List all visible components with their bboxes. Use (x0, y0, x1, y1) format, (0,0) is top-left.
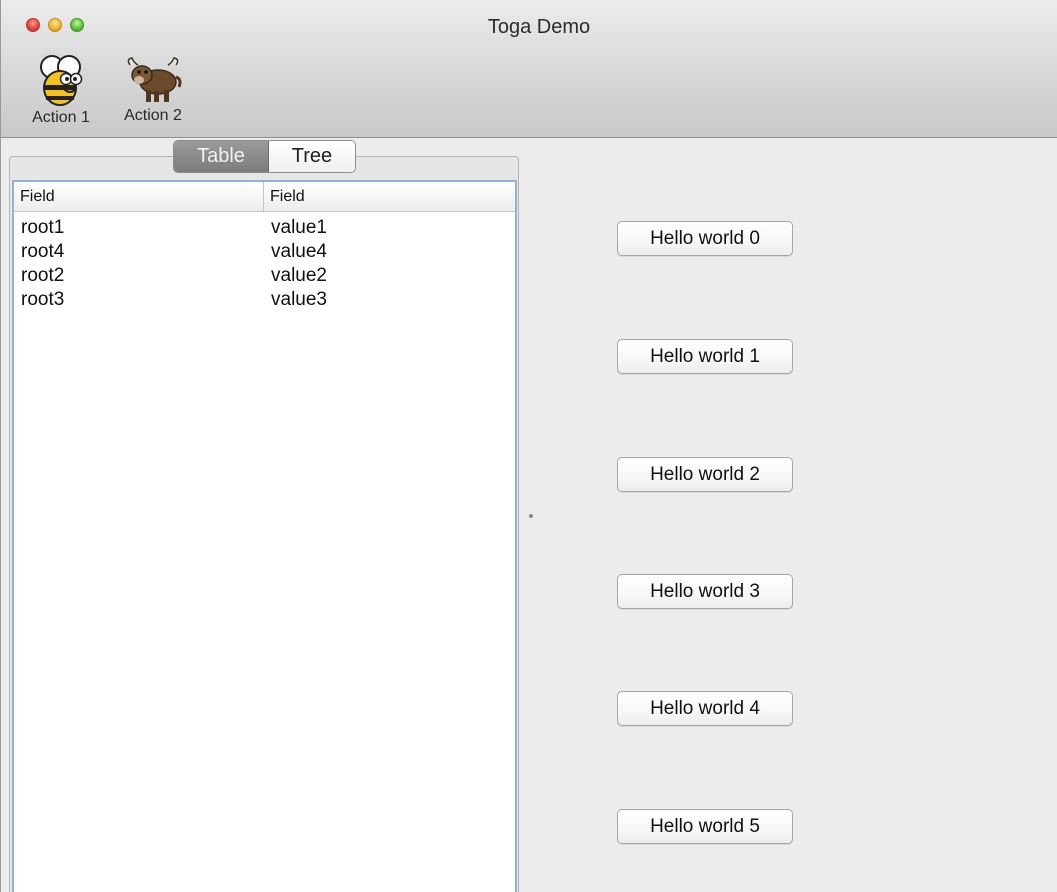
tab-tree[interactable]: Tree (269, 141, 355, 172)
window-chrome: Toga Demo Action 1 Action 2 (1, 0, 1057, 138)
table-cell: value3 (271, 289, 327, 310)
hello-world-3-button[interactable]: Hello world 3 (617, 574, 793, 609)
table-row[interactable]: root1 value1 (14, 217, 515, 241)
table-cell: value1 (271, 217, 327, 238)
table-row[interactable]: root3 value3 (14, 289, 515, 313)
table-header: Field Field (14, 182, 515, 212)
table-cell: value4 (271, 241, 327, 262)
hello-world-0-button[interactable]: Hello world 0 (617, 221, 793, 256)
table-cell: root4 (21, 241, 65, 262)
toolbar-action-2[interactable]: Action 2 (114, 55, 192, 125)
table-cell: root2 (21, 265, 65, 286)
table-row[interactable]: root2 value2 (14, 265, 515, 289)
table-row[interactable]: root4 value4 (14, 241, 515, 265)
table-body: root1 value1 root4 value4 root2 value2 r… (14, 212, 515, 313)
hello-world-5-button[interactable]: Hello world 5 (617, 809, 793, 844)
hello-world-4-button[interactable]: Hello world 4 (617, 691, 793, 726)
yak-icon (127, 57, 182, 102)
table-cell: value2 (271, 265, 327, 286)
hello-world-2-button[interactable]: Hello world 2 (617, 457, 793, 492)
table-cell: root3 (21, 289, 65, 310)
hello-world-1-button[interactable]: Hello world 1 (617, 339, 793, 374)
toolbar-action-1[interactable]: Action 1 (24, 55, 98, 127)
window-title: Toga Demo (487, 16, 591, 38)
app-window: Toga Demo Action 1 Action 2 Table Tree F… (0, 0, 1057, 892)
bee-icon (40, 55, 83, 106)
split-divider-handle[interactable] (529, 514, 533, 518)
tab-table[interactable]: Table (174, 141, 269, 172)
toolbar-action-1-label: Action 1 (32, 109, 90, 126)
column-header-field-1[interactable]: Field (14, 182, 264, 211)
tab-selector: Table Tree (173, 140, 356, 173)
data-table[interactable]: Field Field root1 value1 root4 value4 ro… (12, 180, 517, 892)
column-header-field-2[interactable]: Field (264, 182, 515, 211)
toolbar-action-2-label: Action 2 (124, 107, 182, 124)
table-cell: root1 (21, 217, 65, 238)
